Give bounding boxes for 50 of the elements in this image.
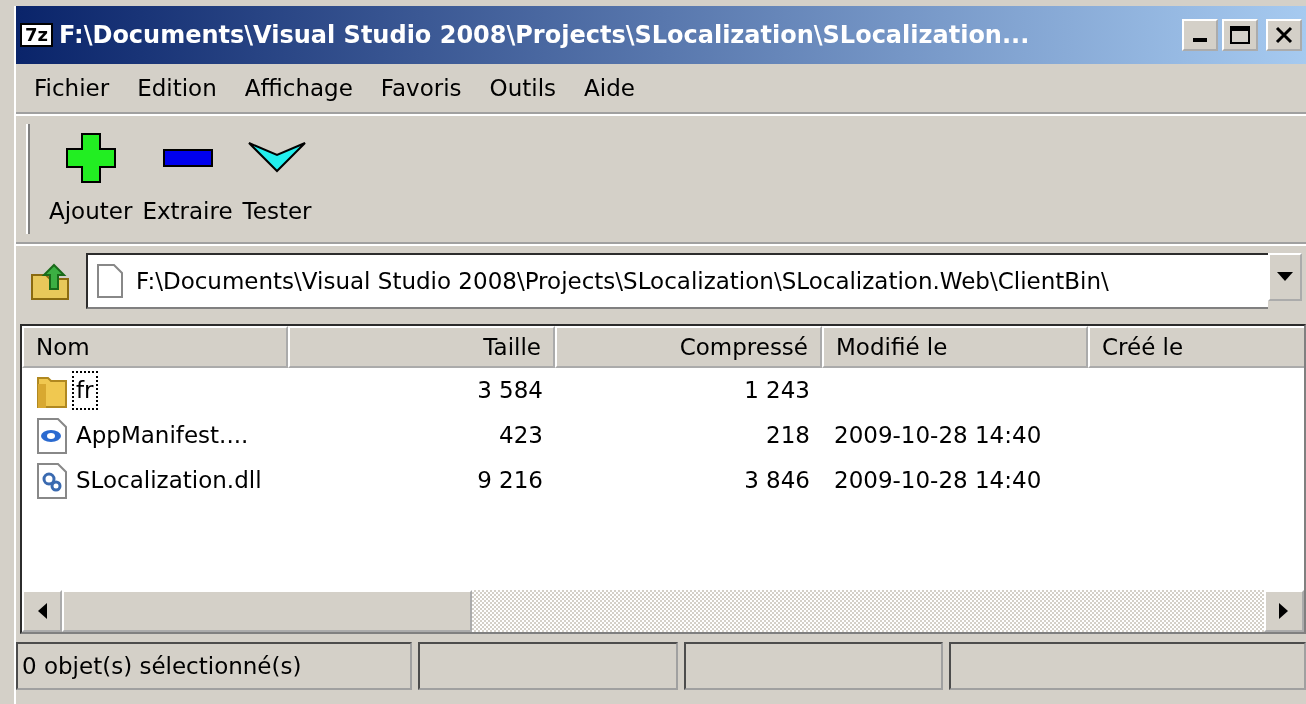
check-icon xyxy=(247,140,308,175)
left-arrow-icon xyxy=(37,603,47,619)
plus-icon xyxy=(64,131,117,184)
size-cell-text: 3 584 xyxy=(476,376,544,406)
size-cell-text: 9 216 xyxy=(476,466,544,496)
folder-up-icon xyxy=(30,261,70,301)
file-name[interactable]: SLocalization.dll xyxy=(72,461,266,500)
menu-item[interactable]: Outils xyxy=(477,68,568,108)
toolbar-button[interactable]: Tester xyxy=(237,125,317,233)
status-panel: 0 objet(s) sélectionné(s) xyxy=(16,642,413,690)
menu-item[interactable]: Aide xyxy=(572,68,647,108)
maximize-button[interactable] xyxy=(1222,19,1258,51)
scroll-left-button[interactable] xyxy=(22,590,62,632)
address-field[interactable]: F:\Documents\Visual Studio 2008\Projects\SLocalization\SLocalization.Web\ClientBin\ xyxy=(86,253,1268,309)
dropdown-button[interactable] xyxy=(1268,253,1302,301)
toolbar-button[interactable]: Ajouter xyxy=(44,125,138,233)
window-title: F:\Documents\Visual Studio 2008\Projects\SLocalization\SLocalization... xyxy=(59,20,1030,51)
menu-item[interactable]: Fichier xyxy=(22,68,122,108)
file-name[interactable]: AppManifest.... xyxy=(72,416,253,455)
close-icon xyxy=(1275,26,1293,44)
gear-file-icon xyxy=(36,461,68,500)
packed-size-cell-text: 1 243 xyxy=(743,376,811,406)
close-button[interactable] xyxy=(1266,19,1302,51)
caret-icon xyxy=(1277,272,1293,282)
scroll-thumb[interactable] xyxy=(62,590,472,632)
maximize-icon xyxy=(1230,26,1250,44)
horizontal-scrollbar[interactable] xyxy=(22,590,1304,632)
column-header[interactable]: Créé le xyxy=(1088,326,1304,368)
column-header[interactable]: Nom xyxy=(22,326,288,368)
minimize-button[interactable] xyxy=(1182,19,1218,51)
file-name[interactable]: fr xyxy=(72,371,98,410)
size-cell-text: 423 xyxy=(498,421,544,451)
column-header[interactable]: Taille xyxy=(288,326,555,368)
scroll-right-button[interactable] xyxy=(1264,590,1304,632)
modified-date: 2009-10-28 14:40 xyxy=(834,421,1042,451)
packed-size-cell-text: 218 xyxy=(765,421,811,451)
menu-item[interactable]: Favoris xyxy=(368,68,474,108)
document-icon xyxy=(36,416,68,455)
minus-icon xyxy=(161,147,214,168)
right-arrow-icon xyxy=(1279,603,1289,619)
column-header[interactable]: Modifié le xyxy=(822,326,1088,368)
menu-item[interactable]: Edition xyxy=(125,68,229,108)
packed-size-cell-text: 3 846 xyxy=(743,466,811,496)
column-header[interactable]: Compressé xyxy=(555,326,822,368)
modified-date: 2009-10-28 14:40 xyxy=(834,466,1042,496)
minimize-icon xyxy=(1193,38,1207,42)
toolbar-button[interactable]: Extraire xyxy=(137,125,238,233)
file-icon xyxy=(96,263,124,299)
menu-item[interactable]: Affichage xyxy=(232,68,365,108)
app-logo: 7z xyxy=(20,23,53,47)
